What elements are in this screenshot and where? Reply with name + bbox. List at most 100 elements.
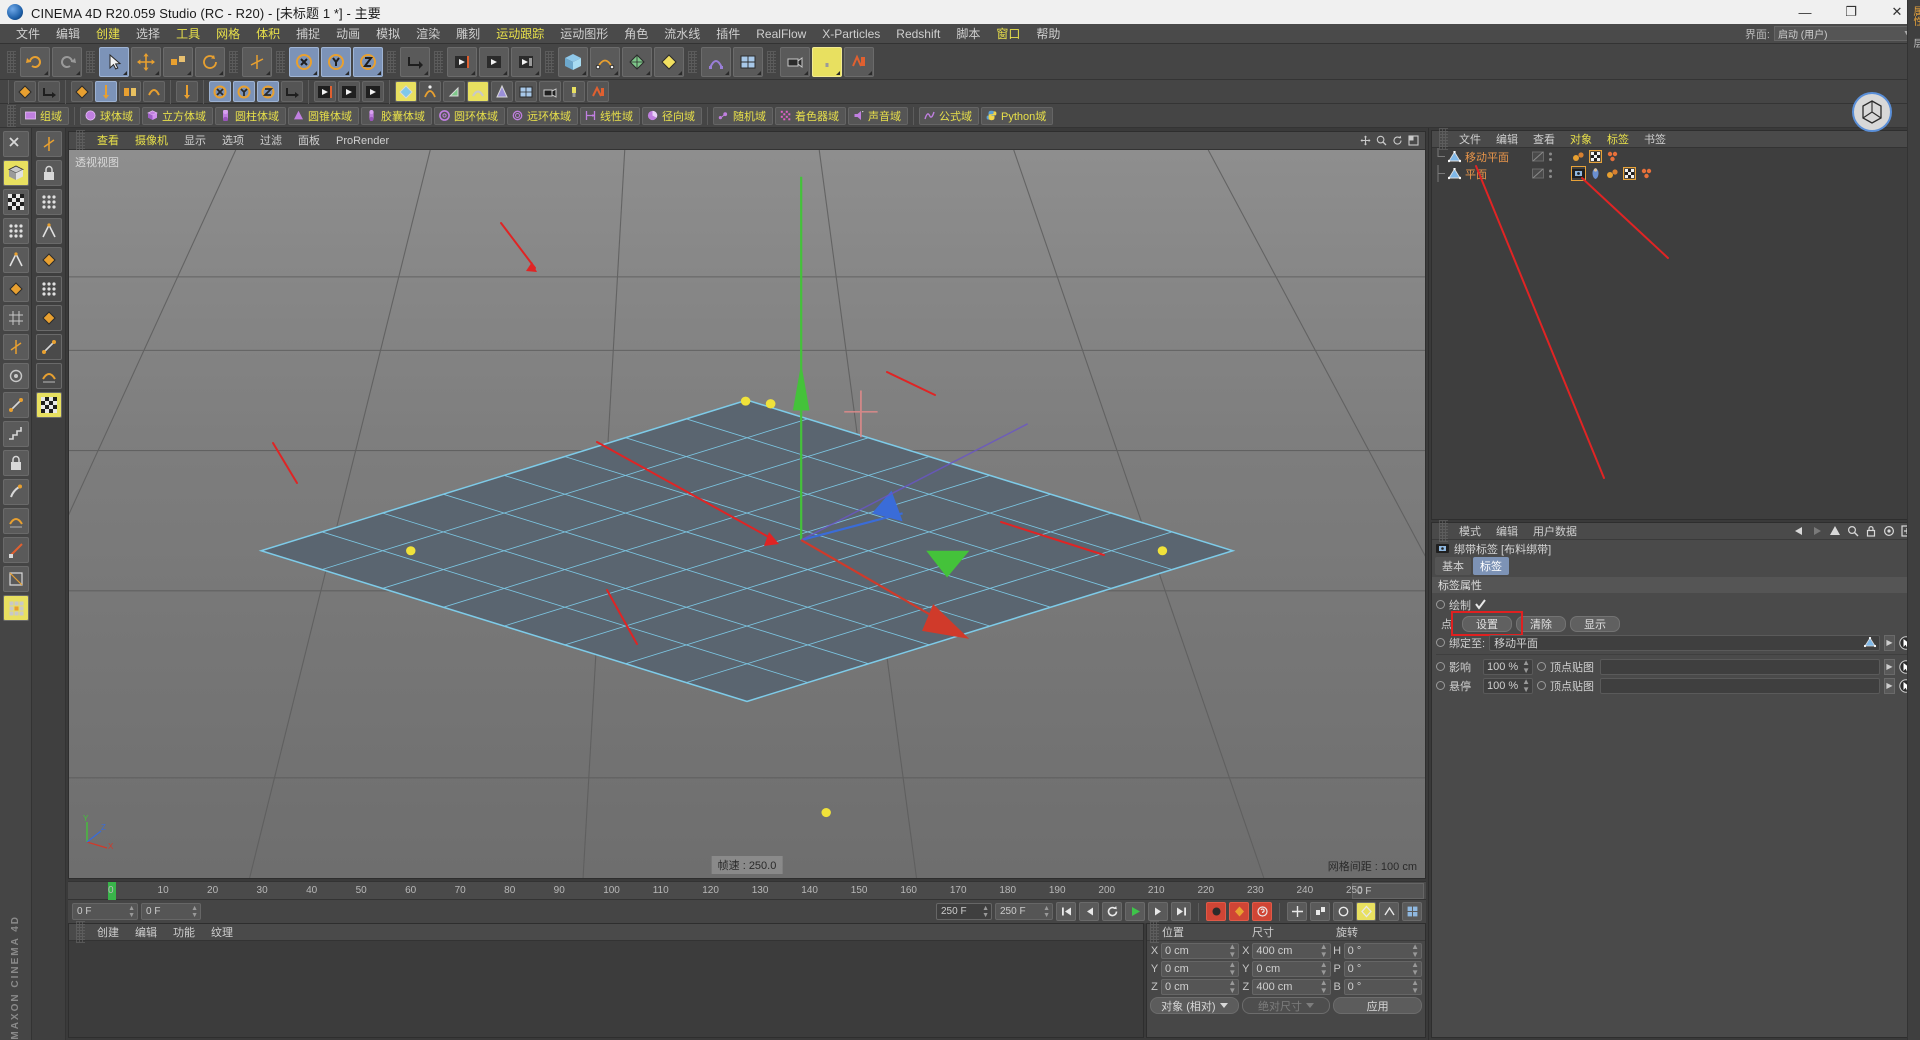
timeline-start-frame[interactable]: 0 F▲▼: [141, 903, 201, 920]
bind-target-field[interactable]: 移动平面: [1489, 635, 1880, 651]
hold-spinner[interactable]: ▲▼: [1522, 678, 1530, 694]
timeline-ruler[interactable]: 0 F 010203040506070809010011012013014015…: [68, 881, 1426, 899]
cube-icon[interactable]: [563, 52, 583, 72]
coord-rotation-field[interactable]: 0 °▲▼: [1344, 979, 1422, 995]
coord-size-field[interactable]: 0 cm▲▼: [1252, 961, 1330, 977]
axis-x-icon[interactable]: [294, 52, 314, 72]
g[interactable]: [260, 84, 276, 100]
autokey-button[interactable]: [1229, 902, 1249, 921]
environment-button[interactable]: [515, 81, 537, 102]
toolbar-grip[interactable]: [545, 51, 554, 73]
redo-button[interactable]: [52, 47, 82, 77]
layout-dropdown[interactable]: 启动 (用户)▼: [1774, 26, 1914, 41]
torus-field-button[interactable]: 圆环体域: [434, 107, 505, 125]
def[interactable]: [470, 84, 486, 100]
uv-polygon-button[interactable]: [36, 305, 62, 331]
toolbar-grip[interactable]: [434, 51, 443, 73]
hold-map-dropdown-arrow[interactable]: ▶: [1884, 678, 1895, 694]
selection-filter-button[interactable]: [3, 595, 29, 621]
far-torus-field-button[interactable]: 远环体域: [507, 107, 578, 125]
point-mode-button[interactable]: [36, 189, 62, 215]
nul[interactable]: [398, 84, 414, 100]
timeline-preview-end[interactable]: 250 F▲▼: [936, 903, 992, 920]
texture-tile-button[interactable]: [36, 392, 62, 418]
coordinate-system-button[interactable]: [400, 47, 430, 77]
play[interactable]: [317, 84, 333, 100]
maximize-view-icon[interactable]: [1408, 135, 1419, 146]
primitive-button[interactable]: [395, 81, 417, 102]
texture-axis-button[interactable]: [3, 537, 29, 563]
viewport-grip[interactable]: [76, 130, 85, 152]
quantize-button[interactable]: [3, 421, 29, 447]
menu-item-20[interactable]: 脚本: [948, 24, 988, 44]
axis-y-button[interactable]: [321, 47, 351, 77]
cylinder-field-button[interactable]: 圆柱体域: [215, 107, 286, 125]
attributes-tab-1[interactable]: 标签: [1473, 557, 1509, 575]
split-button[interactable]: [119, 81, 141, 102]
cam[interactable]: [542, 84, 558, 100]
hold-map-field[interactable]: [1600, 678, 1880, 694]
attributes-menu-1[interactable]: 编辑: [1489, 523, 1525, 539]
navigation-gizmo-icon[interactable]: [1852, 92, 1892, 132]
menu-item-6[interactable]: 体积: [248, 24, 288, 44]
coord-size-dropdown[interactable]: 绝对尺寸: [1242, 997, 1331, 1014]
linear-field-button[interactable]: 线性域: [580, 107, 640, 125]
hold-anim-dot[interactable]: [1436, 681, 1445, 690]
sky[interactable]: [518, 84, 534, 100]
step-forward-button[interactable]: [1148, 902, 1168, 921]
sound-field-button[interactable]: 声音域: [848, 107, 908, 125]
side-tab-0[interactable]: 属性: [1908, 0, 1920, 32]
timeline-layout-button[interactable]: [1402, 902, 1422, 921]
live-selection-icon[interactable]: [104, 52, 124, 72]
lig[interactable]: [566, 84, 582, 100]
points-mode-button[interactable]: [3, 218, 29, 244]
a[interactable]: [74, 84, 90, 100]
toolbar-grip[interactable]: [688, 51, 697, 73]
camera-icon[interactable]: [785, 52, 805, 72]
material-menu-0[interactable]: 创建: [90, 924, 126, 940]
render-view-icon[interactable]: [452, 52, 472, 72]
spline-pen-button[interactable]: [590, 47, 620, 77]
rotation-key-button[interactable]: [1333, 902, 1353, 921]
influence-value-field[interactable]: 100 % ▲▼: [1483, 659, 1533, 675]
cone-field-button[interactable]: 圆锥体域: [288, 107, 359, 125]
menu-item-17[interactable]: RealFlow: [748, 24, 814, 44]
a[interactable]: [17, 84, 33, 100]
snap-button[interactable]: [3, 392, 29, 418]
visibility-toggle-icon[interactable]: [1532, 151, 1545, 163]
undo-button[interactable]: [20, 47, 50, 77]
material-menu-2[interactable]: 功能: [166, 924, 202, 940]
axis-z-icon[interactable]: [358, 52, 378, 72]
go-to-end-button[interactable]: [1171, 902, 1191, 921]
cube-button[interactable]: [558, 47, 588, 77]
spline-button[interactable]: [419, 81, 441, 102]
model-mode-button[interactable]: [3, 160, 29, 186]
sphere-field-button[interactable]: 球体域: [80, 107, 140, 125]
world-axis-icon[interactable]: [247, 52, 267, 72]
texture-mode-button[interactable]: [3, 189, 29, 215]
coord-size-spinner[interactable]: ▲▼: [1320, 979, 1328, 995]
menu-item-7[interactable]: 捕捉: [288, 24, 328, 44]
minimize-button[interactable]: —: [1782, 0, 1828, 24]
hold-map-anim-dot[interactable]: [1537, 681, 1546, 690]
up-level-icon[interactable]: [1829, 525, 1841, 537]
camera-button[interactable]: [780, 47, 810, 77]
render-view-button[interactable]: [447, 47, 477, 77]
deformer-button[interactable]: [701, 47, 731, 77]
light-icon[interactable]: [817, 52, 837, 72]
coord-position-field[interactable]: 0 cm▲▼: [1161, 961, 1239, 977]
menu-item-5[interactable]: 网格: [208, 24, 248, 44]
object-menu-2[interactable]: 查看: [1526, 131, 1562, 147]
menu-item-0[interactable]: 文件: [8, 24, 48, 44]
viewport-3d[interactable]: 透视视图: [69, 150, 1425, 878]
material-menu-3[interactable]: 纹理: [204, 924, 240, 940]
menu-item-2[interactable]: 创建: [88, 24, 128, 44]
menu-item-4[interactable]: 工具: [168, 24, 208, 44]
axis-y-icon[interactable]: [326, 52, 346, 72]
attributes-menu-0[interactable]: 模式: [1452, 523, 1488, 539]
object-axis-button[interactable]: [36, 131, 62, 157]
menu-item-11[interactable]: 雕刻: [448, 24, 488, 44]
bind-dropdown-arrow[interactable]: ▶: [1884, 635, 1895, 651]
object-row[interactable]: 平面: [1432, 165, 1917, 182]
coord-size-spinner[interactable]: ▲▼: [1320, 943, 1328, 959]
